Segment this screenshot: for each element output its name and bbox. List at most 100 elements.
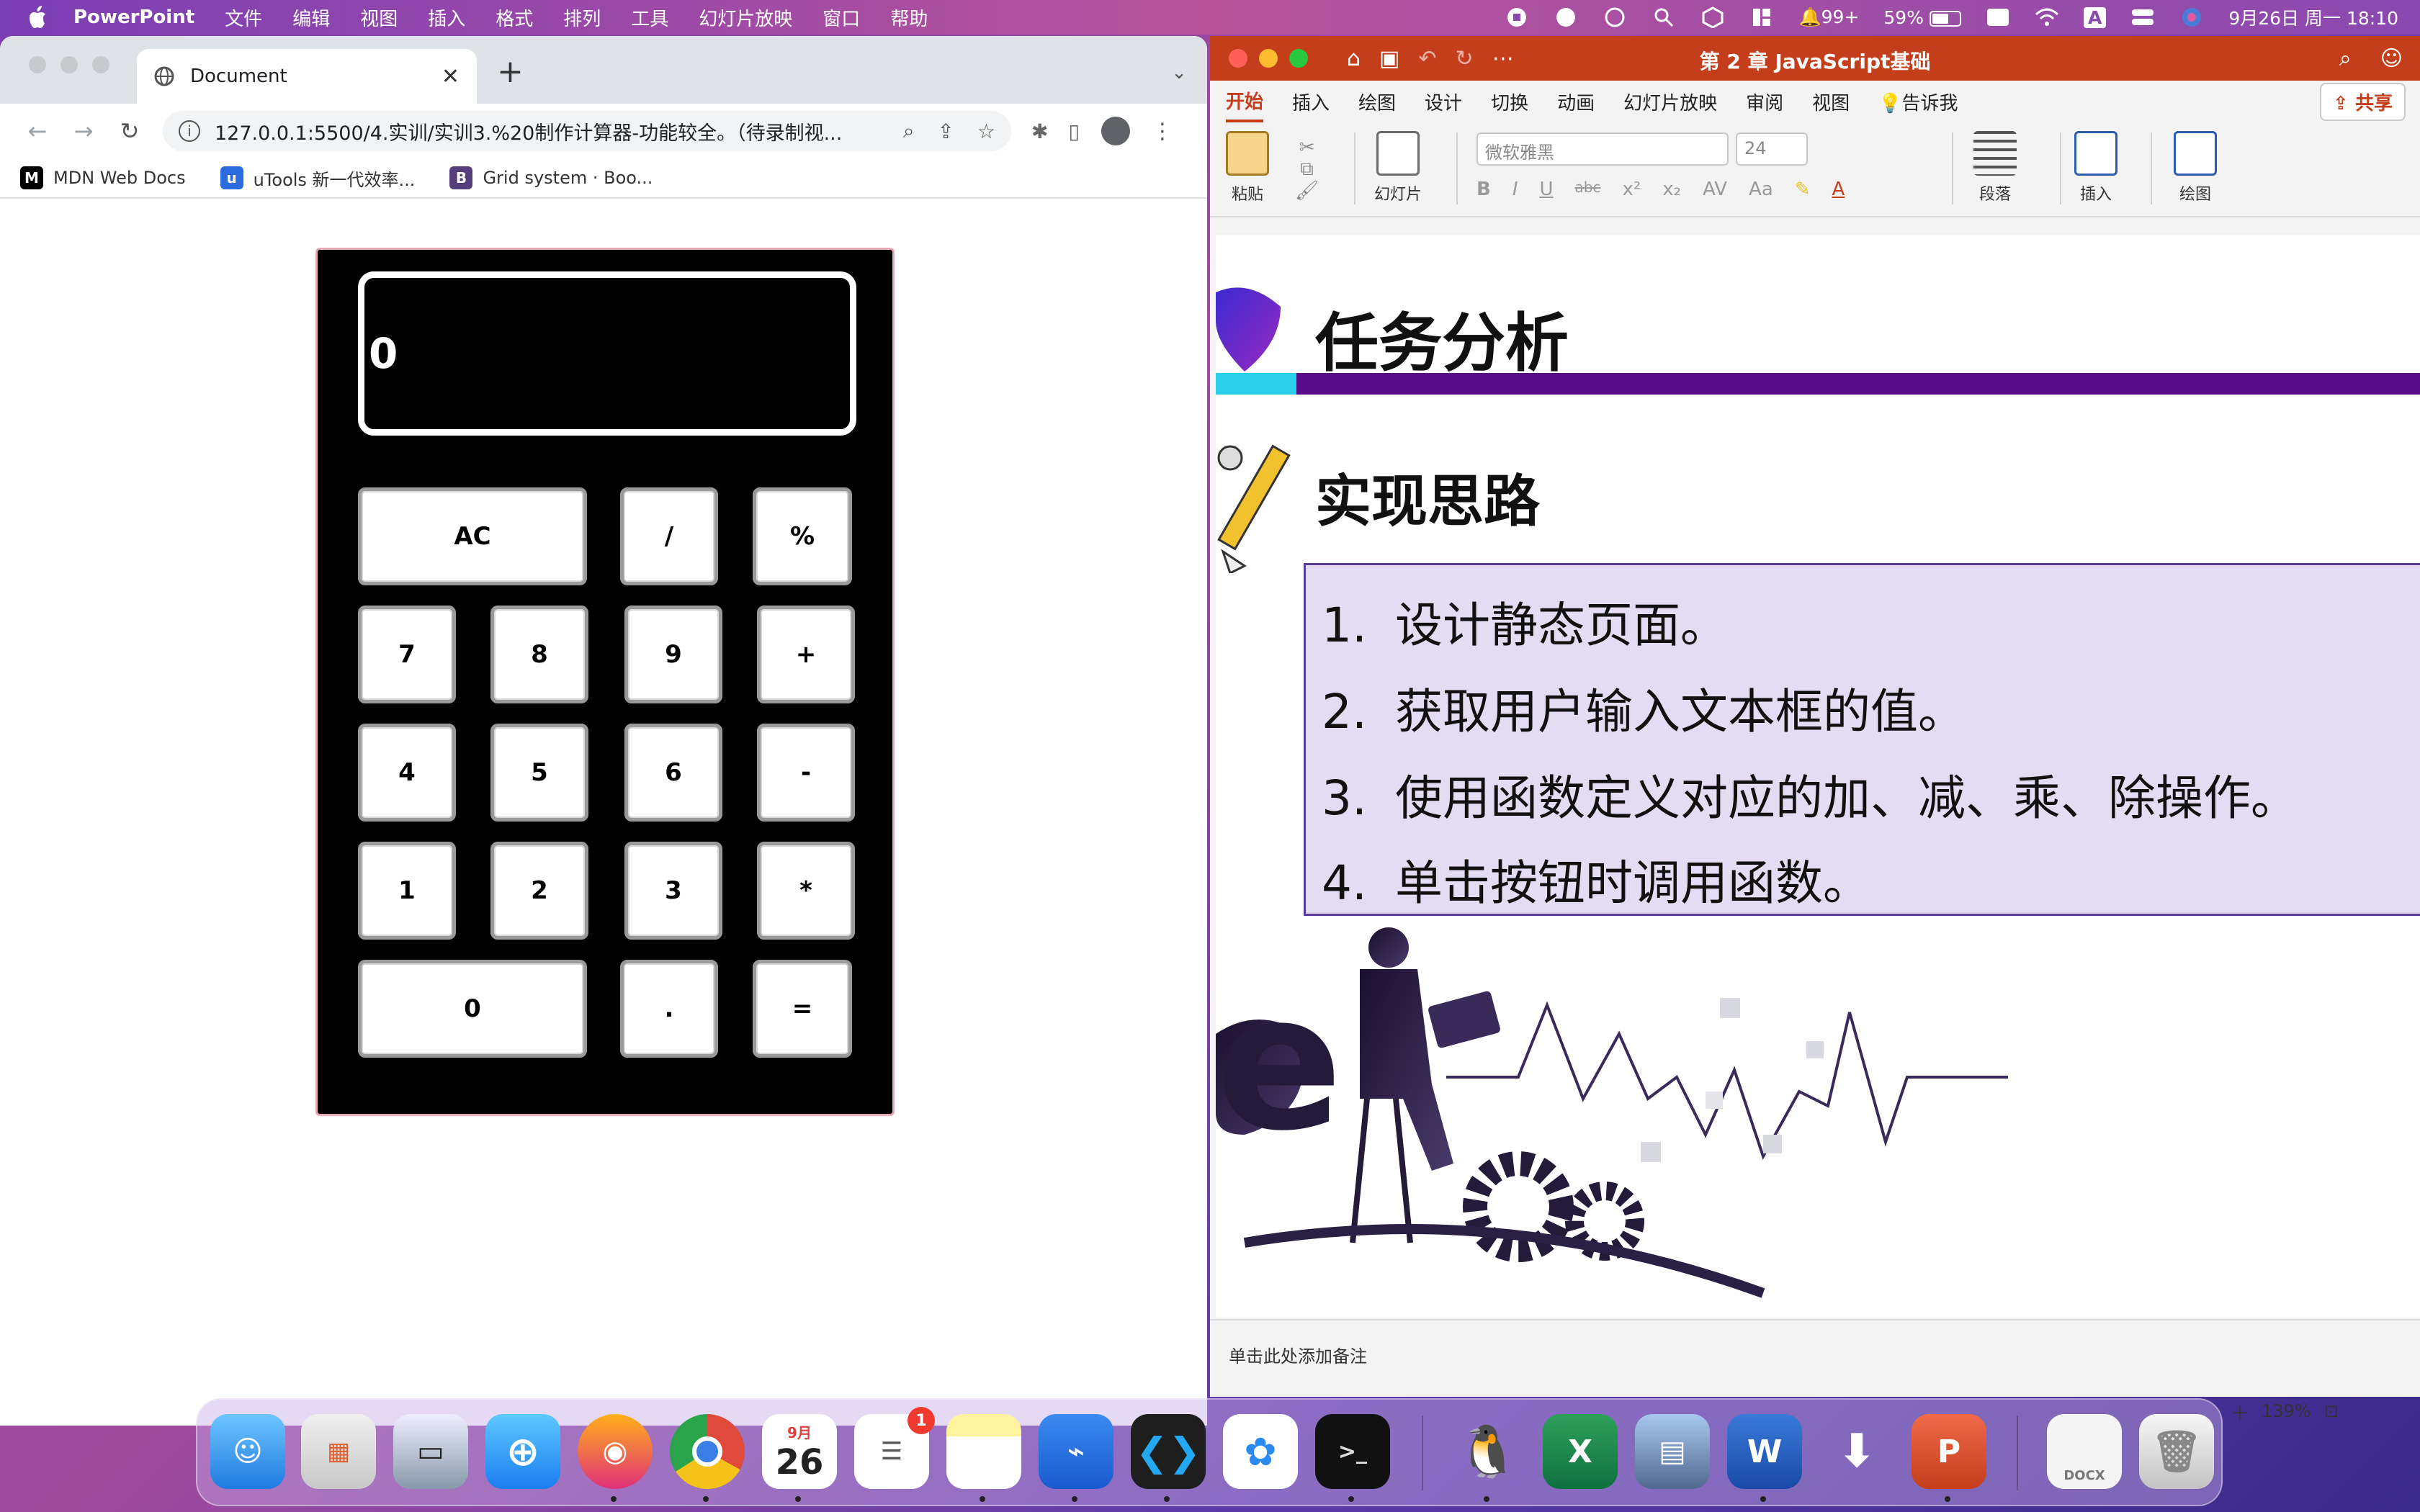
italic-button[interactable]: I xyxy=(1512,179,1518,200)
new-slide-button[interactable]: 幻灯片 xyxy=(1374,131,1422,204)
menu-slideshow[interactable]: 幻灯片放映 xyxy=(699,4,792,31)
firefox-icon[interactable]: ◉ xyxy=(578,1414,653,1489)
terminal-icon[interactable]: >_ xyxy=(1315,1414,1390,1489)
cut-icon[interactable]: ✂ xyxy=(1295,137,1319,158)
paste-button[interactable]: 粘贴 xyxy=(1226,131,1269,204)
tab-draw[interactable]: 绘图 xyxy=(1358,83,1396,121)
more-menu-icon[interactable]: ⋮ xyxy=(1152,119,1173,144)
minimize-window-button[interactable] xyxy=(60,56,78,73)
zoom-window-button[interactable] xyxy=(92,56,109,73)
side-panel-icon[interactable]: ▯ xyxy=(1068,120,1079,143)
vscode-icon[interactable]: ❮❯ xyxy=(1131,1414,1206,1489)
key-percent[interactable]: % xyxy=(753,487,852,585)
battery-status[interactable]: 59% xyxy=(1883,7,1961,28)
zoom-icon[interactable]: ⌕ xyxy=(903,119,915,143)
app-store-download-icon[interactable]: ⬇ xyxy=(1819,1414,1894,1489)
copy-icon[interactable]: ⧉ xyxy=(1295,158,1319,180)
screen-tool-icon[interactable]: ▭ xyxy=(393,1414,468,1489)
key-ac[interactable]: AC xyxy=(358,487,587,585)
key-6[interactable]: 6 xyxy=(624,724,722,822)
tab-animations[interactable]: 动画 xyxy=(1557,83,1595,121)
word-icon[interactable]: W xyxy=(1727,1414,1802,1489)
tool-icon[interactable] xyxy=(1554,5,1578,30)
network-app-icon[interactable]: ✿ xyxy=(1223,1414,1298,1489)
menu-view[interactable]: 视图 xyxy=(360,4,398,31)
extensions-icon[interactable]: ✱ xyxy=(1031,120,1048,143)
steps-list[interactable]: 1. 设计静态页面。 2. 获取用户输入文本框的值。 3. 使用函数定义对应的加、减、… xyxy=(1304,563,2420,916)
share-button[interactable]: ⇪ 共享 xyxy=(2320,82,2406,121)
photo-icon[interactable] xyxy=(1986,5,2010,30)
tab-transitions[interactable]: 切换 xyxy=(1491,83,1528,121)
chrome-icon[interactable] xyxy=(670,1414,745,1489)
excel-icon[interactable]: X xyxy=(1543,1414,1618,1489)
docx-file-icon[interactable]: DOCX xyxy=(2047,1414,2122,1489)
menu-window[interactable]: 窗口 xyxy=(823,4,860,31)
key-equals[interactable]: = xyxy=(753,960,852,1058)
highlight-icon[interactable]: ✎ xyxy=(1795,179,1811,200)
tab-search-icon[interactable]: ⌄ xyxy=(1171,62,1187,84)
clock[interactable]: 9月26日 周一 18:10 xyxy=(2228,4,2398,30)
key-divide[interactable]: / xyxy=(620,487,718,585)
insert-button[interactable]: 插入 xyxy=(2074,131,2118,204)
new-tab-button[interactable]: + xyxy=(497,56,524,88)
menu-file[interactable]: 文件 xyxy=(225,4,262,31)
input-method-icon[interactable]: A xyxy=(2083,6,2107,28)
tab-review[interactable]: 审阅 xyxy=(1746,83,1783,121)
reload-icon[interactable]: ↻ xyxy=(107,117,153,145)
key-multiply[interactable]: * xyxy=(757,842,855,940)
notes-pane[interactable]: 单击此处添加备注 xyxy=(1210,1319,2420,1397)
cube-icon[interactable] xyxy=(1700,5,1725,30)
forward-icon[interactable]: → xyxy=(60,117,107,145)
paragraph-button[interactable]: 段落 xyxy=(1973,131,2017,204)
safari-icon[interactable]: ⊕ xyxy=(485,1414,560,1489)
profile-avatar[interactable] xyxy=(1101,117,1130,145)
strikethrough-button[interactable]: abc xyxy=(1575,179,1601,200)
notification-icon[interactable]: 🔔99+ xyxy=(1798,6,1859,28)
bookmark-utools[interactable]: u uTools 新一代效率... xyxy=(220,166,415,191)
notes-app-icon[interactable] xyxy=(946,1414,1021,1489)
qq-icon[interactable]: 🐧 xyxy=(1451,1414,1525,1489)
site-info-icon[interactable]: i xyxy=(179,120,200,142)
calendar-icon[interactable]: 9月 26 xyxy=(762,1414,837,1489)
key-dot[interactable]: . xyxy=(620,960,718,1058)
key-1[interactable]: 1 xyxy=(358,842,456,940)
browser-tab[interactable]: Document ✕ xyxy=(137,49,477,104)
close-window-button[interactable] xyxy=(29,56,46,73)
bookmark-star-icon[interactable]: ☆ xyxy=(977,120,995,143)
tab-insert[interactable]: 插入 xyxy=(1292,83,1330,121)
bold-button[interactable]: B xyxy=(1476,179,1491,200)
lark-icon[interactable]: ⌁ xyxy=(1039,1414,1113,1489)
wifi-icon[interactable] xyxy=(2035,5,2059,30)
key-7[interactable]: 7 xyxy=(358,606,456,703)
siri-icon[interactable] xyxy=(2179,5,2204,30)
menu-edit[interactable]: 编辑 xyxy=(292,4,330,31)
share-icon[interactable]: ⇪ xyxy=(937,120,954,143)
font-size-select[interactable]: 24 xyxy=(1736,132,1808,166)
subscript-button[interactable]: x₂ xyxy=(1662,179,1681,200)
key-5[interactable]: 5 xyxy=(490,724,588,822)
trash-icon[interactable]: 🗑 xyxy=(2139,1414,2214,1489)
menu-tools[interactable]: 工具 xyxy=(631,4,668,31)
bookmark-grid-system[interactable]: B Grid system · Boo... xyxy=(449,166,653,189)
address-bar[interactable]: i 127.0.0.1:5500/4.实训/实训3.%20制作计算器-功能较全。… xyxy=(163,111,1011,151)
menu-format[interactable]: 格式 xyxy=(496,4,533,31)
superscript-button[interactable]: x² xyxy=(1622,179,1641,200)
close-tab-icon[interactable]: ✕ xyxy=(442,64,460,89)
apple-icon[interactable] xyxy=(26,4,52,30)
powerpoint-icon[interactable]: P xyxy=(1912,1414,1986,1489)
search-icon[interactable] xyxy=(1652,5,1676,30)
search-icon[interactable]: ⌕ xyxy=(2339,46,2352,71)
account-icon[interactable]: ☺ xyxy=(2380,46,2403,71)
tab-slideshow[interactable]: 幻灯片放映 xyxy=(1623,83,1717,121)
zoom-in-icon[interactable]: ＋ xyxy=(2231,1399,2249,1424)
slide-canvas[interactable]: 任务分析 实现思路 1. 设计静态页面。 2. 获取用户输入文本框的值。 3. 使用函… xyxy=(1216,235,2420,1318)
reminders-icon[interactable]: ☰ 1 xyxy=(854,1407,935,1489)
preview-icon[interactable]: ▤ xyxy=(1635,1414,1710,1489)
tell-me[interactable]: 💡告诉我 xyxy=(1878,83,1958,121)
font-color-icon[interactable]: A xyxy=(1832,179,1845,200)
tab-design[interactable]: 设计 xyxy=(1425,83,1462,121)
key-minus[interactable]: - xyxy=(757,724,855,822)
menu-app-name[interactable]: PowerPoint xyxy=(73,6,194,28)
menu-help[interactable]: 帮助 xyxy=(890,4,928,31)
control-center-icon[interactable] xyxy=(2130,5,2155,30)
